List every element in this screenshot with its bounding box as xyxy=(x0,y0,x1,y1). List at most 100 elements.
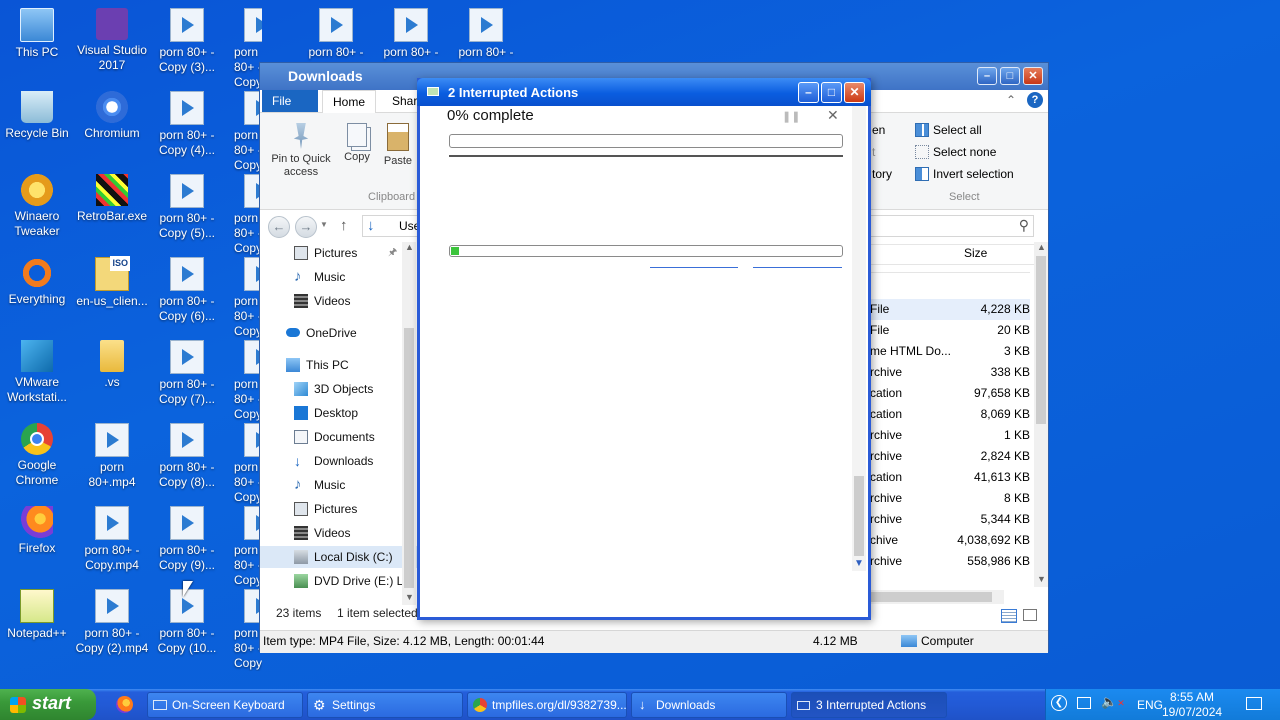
select-all-button[interactable]: Select all xyxy=(915,121,982,139)
nav-item-music[interactable]: ♪ Music xyxy=(260,474,418,496)
dialog-maximize-button[interactable]: □ xyxy=(821,82,842,103)
minimize-button[interactable]: – xyxy=(977,67,997,85)
notifications-icon[interactable] xyxy=(1246,697,1262,710)
table-row[interactable]: File 20 KB xyxy=(870,320,1032,341)
table-row[interactable]: rchive 8 KB xyxy=(870,488,1032,509)
nav-item-documents[interactable]: Documents xyxy=(260,426,418,448)
table-row[interactable]: rchive 1 KB xyxy=(870,425,1032,446)
table-row[interactable]: cation 97,658 KB xyxy=(870,383,1032,404)
tab-file[interactable]: File xyxy=(262,90,318,112)
scroll-thumb[interactable] xyxy=(1036,256,1046,424)
clock-time[interactable]: 8:55 AM xyxy=(1170,690,1214,704)
desktop-icon-winaero[interactable]: Winaero Tweaker xyxy=(0,174,74,239)
nav-pane-scrollbar[interactable]: ▲ ▼ xyxy=(402,242,416,605)
nav-item-desktop[interactable]: Desktop xyxy=(260,402,418,424)
task-settings[interactable]: ⚙ Settings xyxy=(307,692,463,718)
task-on-screen-keyboard[interactable]: On-Screen Keyboard xyxy=(147,692,303,718)
desktop-icon-video[interactable]: porn 80+ - Copy xyxy=(222,174,262,256)
table-row[interactable]: chive 4,038,692 KB xyxy=(870,530,1032,551)
nav-item-pictures[interactable]: Pictures xyxy=(260,498,418,520)
desktop-icon-retrobar[interactable]: RetroBar.exe xyxy=(75,174,149,224)
table-row[interactable]: File 4,228 KB xyxy=(870,299,1032,320)
dialog-minimize-button[interactable]: – xyxy=(798,82,819,103)
file-list-scrollbar[interactable]: ▲ ▼ xyxy=(1034,242,1048,587)
nav-item-this-pc[interactable]: This PC xyxy=(260,354,418,376)
table-row[interactable]: rchive 2,824 KB xyxy=(870,446,1032,467)
desktop-icon-video[interactable]: porn 80+ - Copy xyxy=(222,589,262,671)
desktop-icon-this-pc[interactable]: This PC xyxy=(0,8,74,60)
t-partial-label[interactable]: t xyxy=(872,145,875,159)
dialog-close-button[interactable]: ✕ xyxy=(844,82,865,103)
scroll-thumb[interactable] xyxy=(404,328,414,588)
desktop-icon-chromium[interactable]: Chromium xyxy=(75,91,149,141)
chevron-up-icon[interactable]: ⌃ xyxy=(1006,93,1016,107)
show-hidden-icons-icon[interactable]: ❮ xyxy=(1051,695,1067,711)
select-none-button[interactable]: Select none xyxy=(915,143,996,161)
close-button[interactable]: ✕ xyxy=(1023,67,1043,85)
scroll-thumb[interactable] xyxy=(854,476,864,556)
search-field[interactable]: ⚲ xyxy=(870,215,1034,237)
nav-item-pictures[interactable]: Pictures 🖈 xyxy=(260,242,418,264)
desktop-icon-video[interactable]: porn 80+ - Copy (10... xyxy=(150,589,224,656)
desktop-icon-chrome[interactable]: Google Chrome xyxy=(0,423,74,488)
table-row[interactable]: cation 8,069 KB xyxy=(870,404,1032,425)
history-partial-label[interactable]: tory xyxy=(872,167,892,181)
recent-dropdown-icon[interactable]: ▼ xyxy=(320,220,328,229)
desktop-icon-vs-folder[interactable]: .vs xyxy=(75,340,149,390)
desktop-icon-video[interactable]: porn 80+ - Copy (7)... xyxy=(150,340,224,407)
pause-icon[interactable]: ❚❚ xyxy=(782,110,800,123)
language-indicator[interactable]: ENG xyxy=(1137,698,1163,712)
desktop-icon-video[interactable]: porn 80+ - Copy (3)... xyxy=(150,8,224,75)
scroll-thumb[interactable] xyxy=(870,592,992,602)
nav-item-local-disk[interactable]: Local Disk (C:) xyxy=(260,546,418,568)
desktop-icon-video[interactable]: porn 80+ - Copy xyxy=(222,91,262,173)
task-browser[interactable]: tmpfiles.org/dl/9382739... xyxy=(467,692,627,718)
nav-item-3d-objects[interactable]: 3D Objects xyxy=(260,378,418,400)
size-column-header[interactable]: Size xyxy=(870,242,1036,265)
desktop-icon-video[interactable]: porn 80+ - xyxy=(299,8,373,60)
tab-home[interactable]: Home xyxy=(322,90,377,113)
copy-button[interactable]: Copy xyxy=(340,123,374,164)
pin-button[interactable]: Pin to Quick access xyxy=(266,123,336,179)
desktop-icon-video[interactable]: porn 80+ - xyxy=(449,8,523,60)
clock-date[interactable]: 19/07/2024 xyxy=(1162,705,1222,719)
invert-selection-button[interactable]: Invert selection xyxy=(915,165,1014,183)
desktop-icon-video[interactable]: porn 80+ - xyxy=(374,8,448,60)
desktop-icon-firefox[interactable]: Firefox xyxy=(0,506,74,556)
nav-item-dvd-drive[interactable]: DVD Drive (E:) L1 xyxy=(260,570,418,592)
horizontal-scrollbar[interactable] xyxy=(870,590,1004,604)
desktop-icon-visual-studio[interactable]: Visual Studio 2017 xyxy=(75,8,149,73)
start-button[interactable]: start xyxy=(0,689,96,720)
nav-item-music[interactable]: ♪ Music xyxy=(260,266,418,288)
desktop-icon-video[interactable]: porn 80+ - Copy xyxy=(222,423,262,505)
desktop-icon-video[interactable]: porn 80+ - Copy (8)... xyxy=(150,423,224,490)
desktop-icon-video[interactable]: porn 80+ - Copy.mp4 xyxy=(75,506,149,573)
nav-item-onedrive[interactable]: OneDrive xyxy=(260,322,418,344)
up-button[interactable]: ↑ xyxy=(340,217,348,234)
table-row[interactable]: rchive 558,986 KB xyxy=(870,551,1032,572)
desktop-icon-video[interactable]: porn 80+ - Copy xyxy=(222,506,262,588)
nav-item-videos[interactable]: Videos xyxy=(260,290,418,312)
desktop-icon-video[interactable]: porn 80+ - Copy xyxy=(222,8,262,90)
desktop-icon-video[interactable]: porn 80+ - Copy (2).mp4 xyxy=(75,589,149,656)
desktop-icon-video[interactable]: porn 80+.mp4 xyxy=(75,423,149,490)
desktop-icon-recycle-bin[interactable]: Recycle Bin xyxy=(0,91,74,141)
table-row[interactable]: me HTML Do... 3 KB xyxy=(870,341,1032,362)
cancel-icon[interactable]: ✕ xyxy=(827,107,839,124)
desktop-icon-notepadpp[interactable]: Notepad++ xyxy=(0,589,74,641)
desktop-icon-video[interactable]: porn 80+ - Copy xyxy=(222,340,262,422)
task-downloads[interactable]: ↓ Downloads xyxy=(631,692,787,718)
desktop-icon-video[interactable]: porn 80+ - Copy (4)... xyxy=(150,91,224,158)
maximize-button[interactable]: □ xyxy=(1000,67,1020,85)
desktop-icon-video[interactable]: porn 80+ - Copy (5)... xyxy=(150,174,224,241)
table-row[interactable]: rchive 338 KB xyxy=(870,362,1032,383)
help-icon[interactable]: ? xyxy=(1027,92,1043,108)
dialog-titlebar[interactable]: 2 Interrupted Actions – □ ✕ xyxy=(417,78,871,106)
firefox-quicklaunch-icon[interactable] xyxy=(116,696,133,713)
task-interrupted-actions[interactable]: 3 Interrupted Actions xyxy=(791,692,947,718)
table-row[interactable]: rchive 5,344 KB xyxy=(870,509,1032,530)
dialog-scrollbar[interactable]: ▼ xyxy=(852,106,866,571)
forward-button[interactable]: → xyxy=(295,216,317,238)
paste-button[interactable]: Paste xyxy=(380,123,416,168)
desktop-icon-video[interactable]: porn 80+ - Copy xyxy=(222,257,262,339)
